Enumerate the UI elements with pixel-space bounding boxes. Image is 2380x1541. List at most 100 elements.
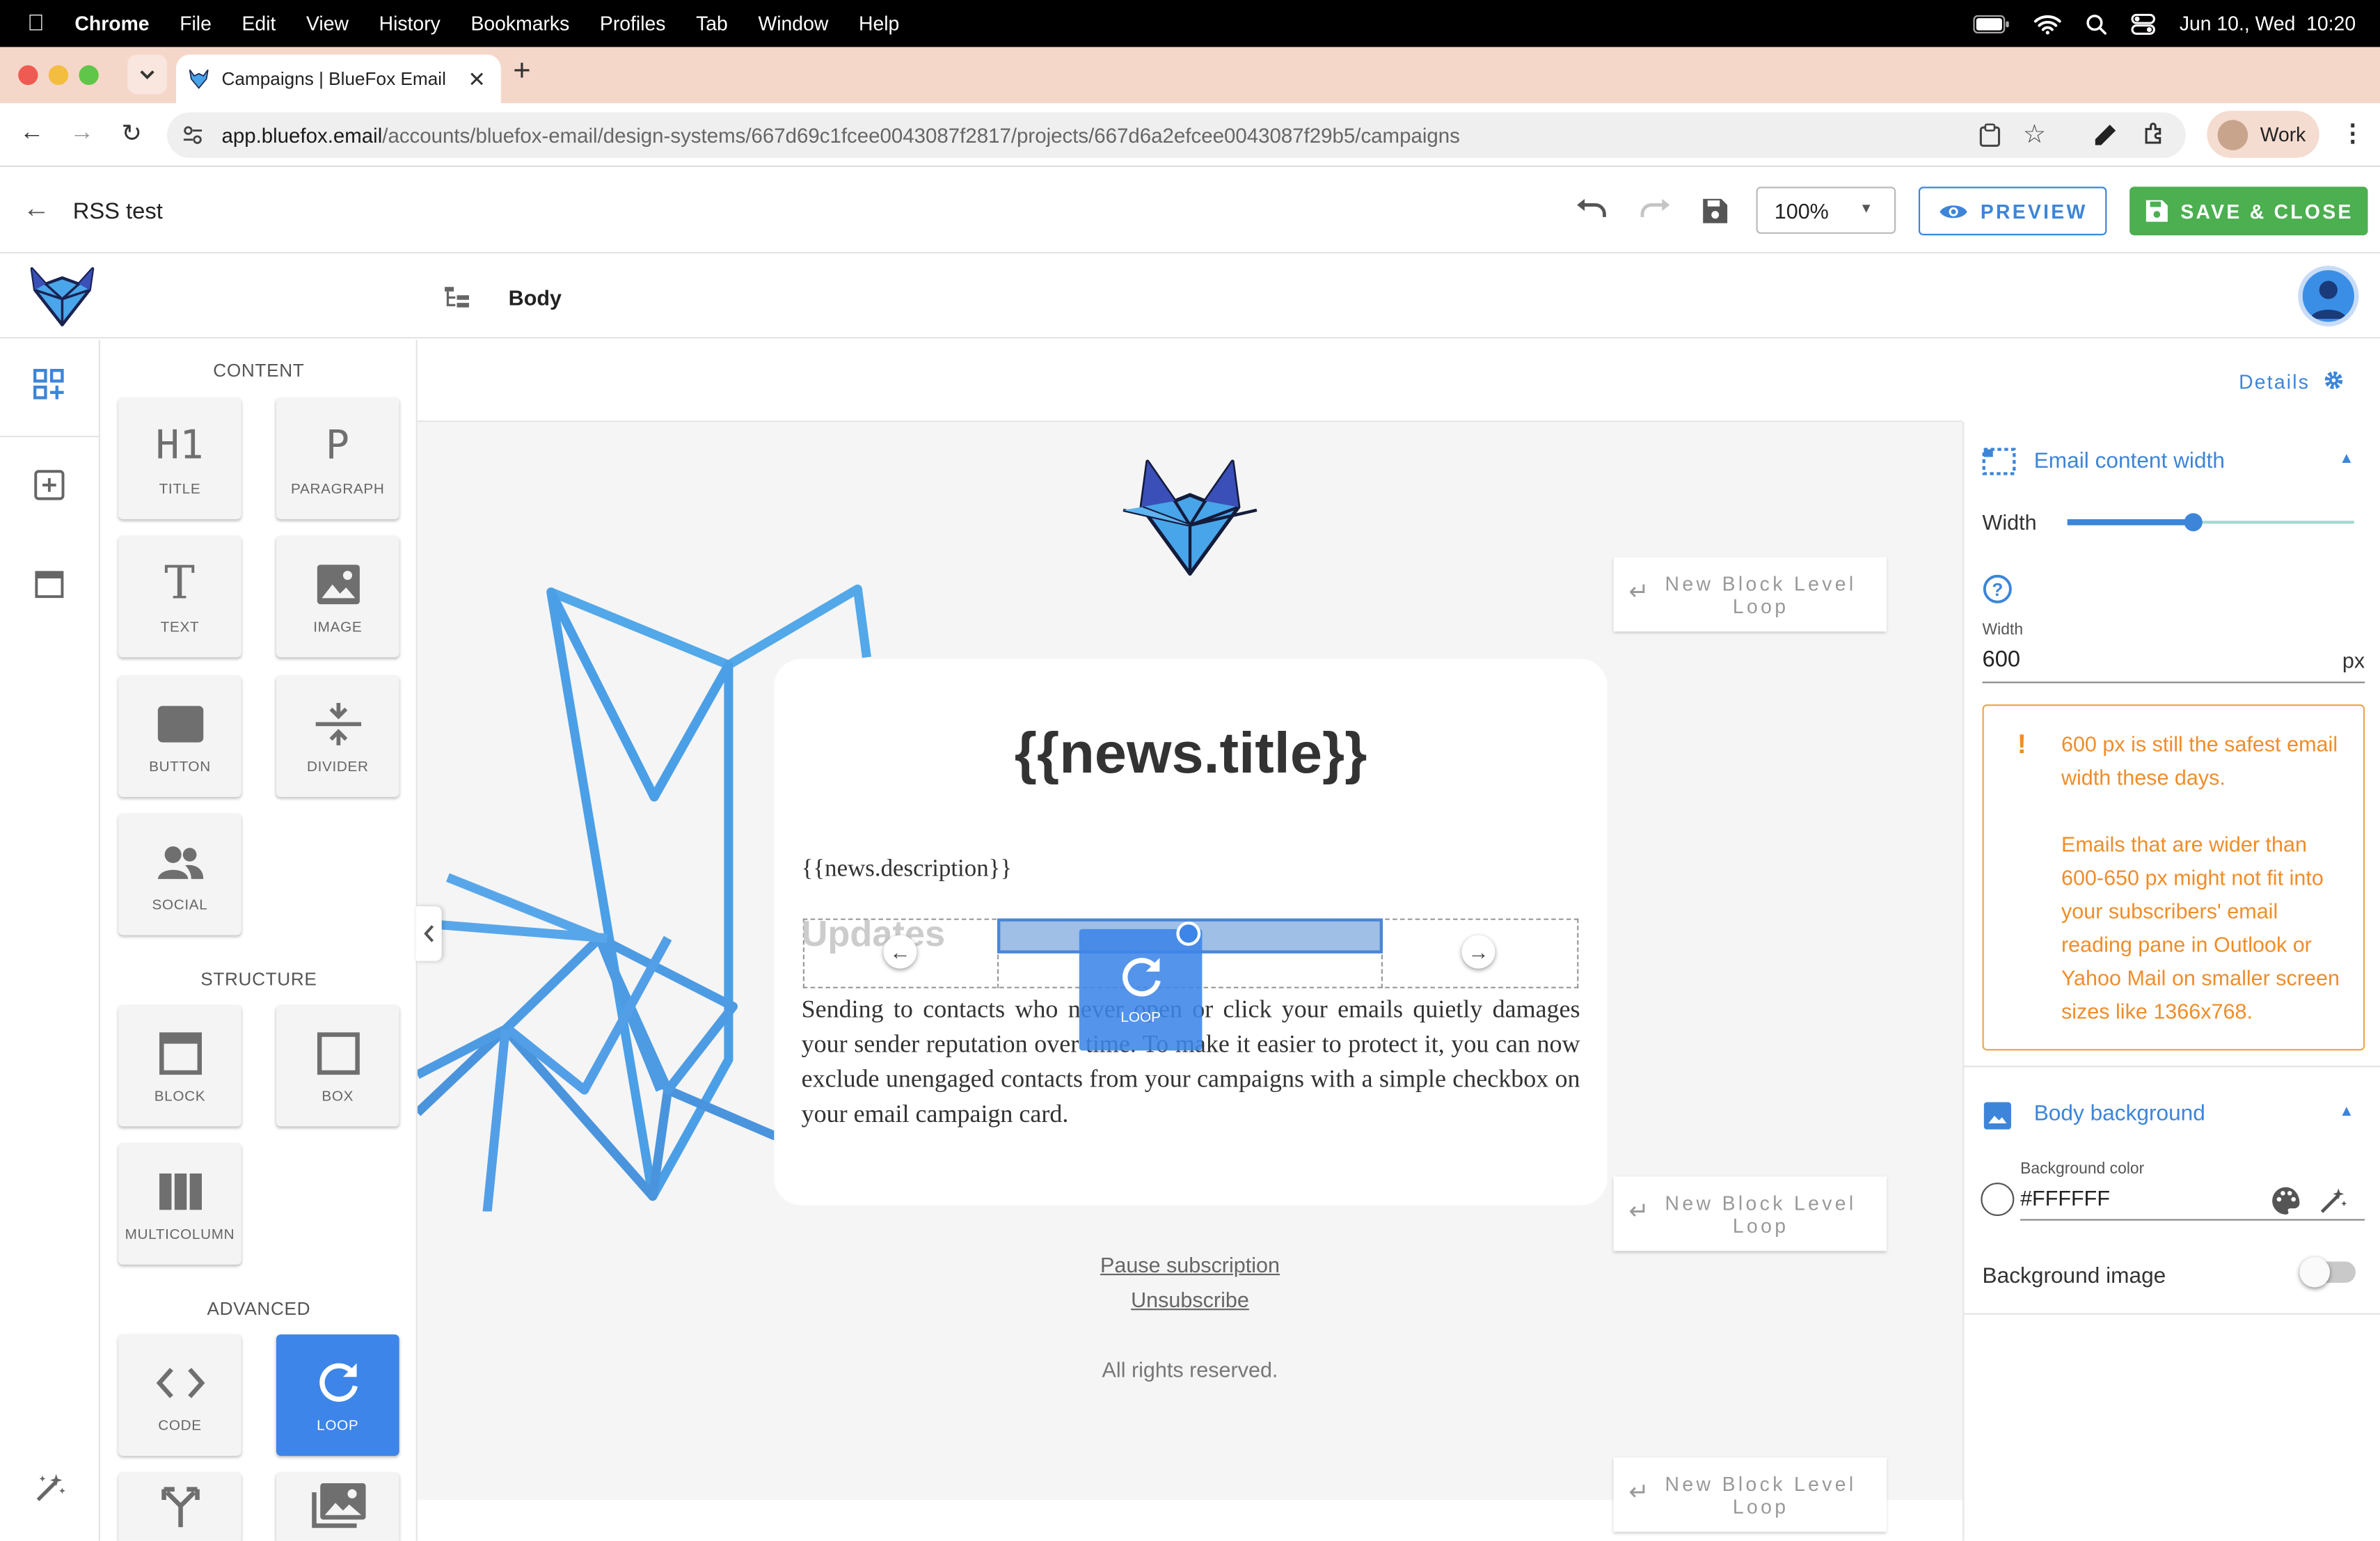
bg-color-field[interactable]: #FFFFFF <box>2020 1181 2365 1221</box>
new-tab-button[interactable]: + <box>513 55 530 90</box>
apple-icon[interactable]:  <box>27 10 45 36</box>
browser-tab-active[interactable]: Campaigns | BlueFox Email ✕ <box>176 54 501 104</box>
menu-bookmarks[interactable]: Bookmarks <box>470 12 569 35</box>
window-close-button[interactable] <box>18 65 38 86</box>
tab-search-button[interactable] <box>127 54 167 95</box>
address-bar[interactable]: app.bluefox.email/accounts/bluefox-email… <box>166 112 2186 158</box>
user-avatar[interactable] <box>2298 265 2359 326</box>
zoom-select[interactable]: 100% ▼ <box>1756 187 1896 234</box>
bluefox-logo-icon <box>1122 459 1258 576</box>
palette-title-tile[interactable]: H1 TITLE <box>118 397 241 519</box>
menu-window[interactable]: Window <box>758 12 828 35</box>
extensions-icon[interactable] <box>2142 121 2168 147</box>
eyedropper-icon[interactable] <box>2093 123 2118 148</box>
save-icon[interactable] <box>1701 198 1729 225</box>
new-block-loop-slot[interactable]: ↵ New Block Level Loop <box>1613 1457 1887 1532</box>
body-background-title[interactable]: Body background <box>2034 1102 2205 1126</box>
control-center-icon[interactable] <box>2131 13 2155 35</box>
redo-icon[interactable] <box>1640 198 1672 221</box>
news-title[interactable]: {{news.title}} <box>774 722 1607 788</box>
menu-edit[interactable]: Edit <box>242 12 276 35</box>
palette-icon[interactable] <box>2271 1185 2301 1216</box>
menu-tab[interactable]: Tab <box>696 12 728 35</box>
collapse-up-icon[interactable]: ▲ <box>2339 1104 2354 1121</box>
unsubscribe-link[interactable]: Unsubscribe <box>962 1288 1418 1312</box>
slider-thumb[interactable] <box>2184 513 2203 532</box>
menu-app-name[interactable]: Chrome <box>74 12 149 35</box>
menu-file[interactable]: File <box>180 12 212 35</box>
palette-image-tile[interactable]: IMAGE <box>276 535 399 658</box>
collapse-up-icon[interactable]: ▲ <box>2339 451 2354 468</box>
return-arrow-icon: ↵ <box>1628 580 1649 606</box>
bg-color-value: #FFFFFF <box>2020 1185 2110 1210</box>
new-block-loop-slot[interactable]: ↵ New Block Level Loop <box>1613 1176 1887 1251</box>
palette-social-tile[interactable]: SOCIAL <box>118 814 241 935</box>
back-icon[interactable]: ← <box>19 120 44 147</box>
browser-toolbar: ← → ↻ app.bluefox.email/accounts/bluefox… <box>0 103 2380 167</box>
profile-chip[interactable]: Work <box>2207 111 2319 158</box>
help-circle-icon[interactable]: ? <box>1983 574 2013 604</box>
details-link[interactable]: Details <box>2239 370 2310 393</box>
width-field[interactable]: 600 px <box>1982 644 2365 683</box>
width-section-title[interactable]: Email content width <box>2034 450 2225 474</box>
section-divider <box>1964 1313 2380 1315</box>
palette-gallery-tile[interactable] <box>276 1472 399 1541</box>
move-right-button[interactable]: → <box>1461 935 1496 969</box>
reload-icon[interactable]: ↻ <box>121 118 141 149</box>
save-and-close-button[interactable]: SAVE & CLOSE <box>2129 187 2368 236</box>
width-field-label: Width <box>1982 621 2024 640</box>
preview-button[interactable]: PREVIEW <box>1918 187 2107 236</box>
tab-close-icon[interactable]: ✕ <box>468 66 486 92</box>
dragged-loop-block[interactable]: LOOP <box>1079 928 1203 1051</box>
bookmark-star-icon[interactable]: ☆ <box>2023 120 2046 150</box>
avatar <box>2217 119 2248 150</box>
menu-help[interactable]: Help <box>859 12 899 35</box>
breadcrumb[interactable]: Body <box>509 285 562 310</box>
wifi-icon[interactable] <box>2033 13 2061 35</box>
menu-profiles[interactable]: Profiles <box>600 12 666 35</box>
palette-multicolumn-tile[interactable]: MULTICOLUMN <box>118 1143 241 1265</box>
site-settings-icon[interactable] <box>182 125 204 146</box>
magic-wand-icon[interactable] <box>33 1471 67 1505</box>
palette-box-tile[interactable]: BOX <box>276 1004 399 1127</box>
pause-subscription-link[interactable]: Pause subscription <box>962 1252 1418 1277</box>
gear-icon[interactable] <box>2322 369 2345 392</box>
palette-paragraph-tile[interactable]: P PARAGRAPH <box>276 397 399 519</box>
back-arrow-icon[interactable]: ← <box>23 193 50 225</box>
window-minimize-button[interactable] <box>48 65 69 86</box>
move-left-button[interactable]: ← <box>883 935 917 969</box>
rail-blocks-item[interactable] <box>0 340 100 438</box>
menu-history[interactable]: History <box>379 12 441 35</box>
width-slider[interactable] <box>2067 510 2354 535</box>
search-icon[interactable] <box>2086 13 2107 35</box>
new-block-loop-slot[interactable]: ↵ New Block Level Loop <box>1613 557 1887 632</box>
palette-divider-tile[interactable]: DIVIDER <box>276 675 399 798</box>
box-icon <box>316 1027 359 1079</box>
battery-icon[interactable] <box>1973 14 2009 33</box>
layer-tree-icon[interactable] <box>443 285 470 310</box>
palette-code-tile[interactable]: CODE <box>118 1334 241 1456</box>
menu-clock[interactable]: Jun 10., Wed 10:20 <box>2180 12 2356 35</box>
clipboard-icon[interactable] <box>1979 123 2001 148</box>
email-content-card[interactable]: {{news.title}} {{news.description}} Upda… <box>774 658 1608 1206</box>
undo-icon[interactable] <box>1576 198 1608 221</box>
add-saved-block-icon[interactable] <box>33 469 65 501</box>
collapse-palette-button[interactable] <box>415 906 442 961</box>
bg-image-toggle[interactable] <box>2299 1256 2356 1288</box>
layout-icon[interactable] <box>35 571 64 599</box>
news-description[interactable]: {{news.description}} <box>802 856 1013 883</box>
forward-icon[interactable]: → <box>70 120 94 147</box>
bluefox-logo-icon[interactable] <box>27 264 97 329</box>
palette-button-tile[interactable]: BUTTON <box>118 675 241 798</box>
palette-loop-tile[interactable]: LOOP <box>276 1334 399 1456</box>
magic-wand-icon[interactable] <box>2318 1185 2349 1216</box>
palette-condition-tile[interactable] <box>118 1472 241 1541</box>
browser-menu-icon[interactable]: ⋮ <box>2340 118 2365 149</box>
window-zoom-button[interactable] <box>79 65 99 86</box>
mac-menu-bar:  Chrome File Edit View History Bookmark… <box>0 0 2380 47</box>
color-swatch[interactable] <box>1981 1183 2015 1217</box>
palette-text-tile[interactable]: T TEXT <box>118 535 241 658</box>
palette-block-tile[interactable]: BLOCK <box>118 1004 241 1127</box>
width-slider-label: Width <box>1982 509 2037 535</box>
menu-view[interactable]: View <box>306 12 349 35</box>
